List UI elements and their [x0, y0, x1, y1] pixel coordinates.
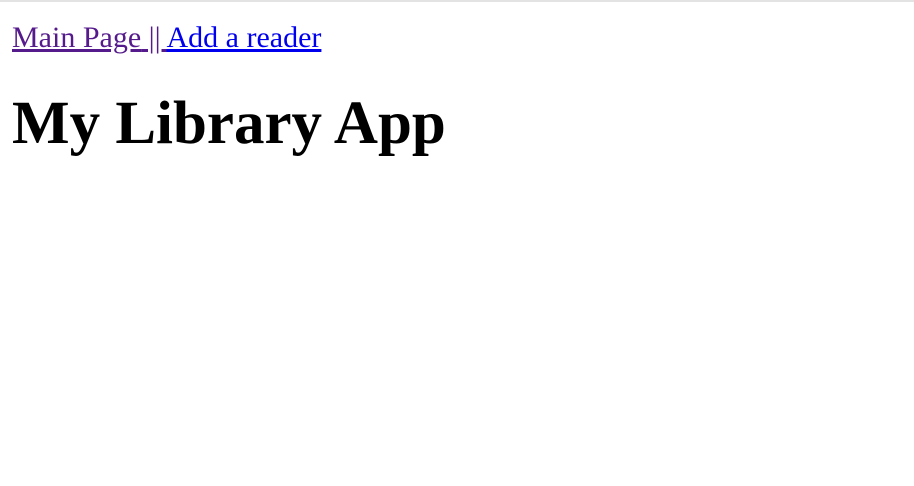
nav-separator: || [141, 21, 167, 54]
window-top-border [0, 0, 914, 2]
nav-bar: Main Page || Add a reader [12, 20, 902, 56]
page-body: Main Page || Add a reader My Library App [0, 20, 914, 159]
add-reader-link[interactable]: Add a reader [167, 21, 322, 54]
page-title: My Library App [12, 90, 446, 157]
main-page-link[interactable]: Main Page [12, 21, 141, 54]
